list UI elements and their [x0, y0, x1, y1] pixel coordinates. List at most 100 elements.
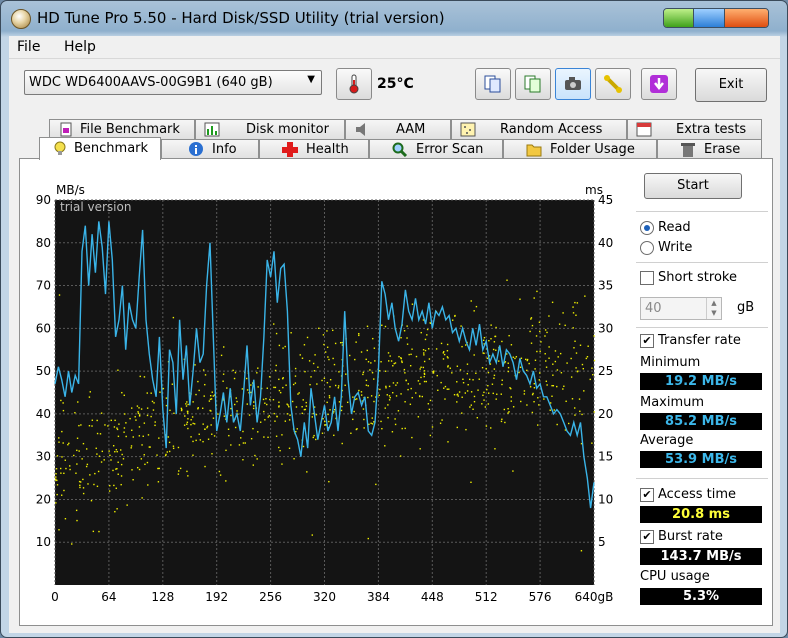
- transfer-rate-checkbox[interactable]: ✔: [640, 334, 654, 348]
- access-time-point: [61, 430, 63, 433]
- menu-help[interactable]: Help: [64, 39, 96, 55]
- access-time-point: [423, 380, 426, 383]
- access-time-point: [324, 420, 326, 423]
- temperature-button[interactable]: [336, 68, 372, 100]
- copy-info-button[interactable]: [475, 68, 511, 100]
- access-time-point: [507, 366, 510, 369]
- access-time-point: [259, 421, 262, 423]
- read-radio[interactable]: [640, 221, 654, 235]
- access-time-point: [208, 400, 211, 402]
- tab-extra-tests[interactable]: Extra tests: [627, 119, 762, 139]
- access-time-point: [210, 424, 212, 426]
- file-benchmark-icon: [60, 122, 72, 137]
- access-time-point: [429, 434, 432, 437]
- tab-folder-usage[interactable]: Folder Usage: [503, 139, 657, 159]
- access-time-point: [369, 369, 371, 371]
- menu-file[interactable]: File: [17, 39, 40, 55]
- screenshot-button[interactable]: [555, 68, 591, 100]
- access-time-point: [263, 410, 265, 413]
- save-button[interactable]: [641, 68, 677, 100]
- access-time-point: [242, 459, 244, 461]
- access-time-point: [86, 448, 88, 450]
- access-time-point: [74, 412, 76, 414]
- access-time-point: [392, 391, 394, 394]
- access-time-point: [398, 355, 400, 358]
- access-time-point: [533, 297, 535, 299]
- access-time-checkbox[interactable]: ✔: [640, 488, 654, 502]
- tab-label: Disk monitor: [246, 122, 329, 137]
- access-time-point: [477, 389, 479, 391]
- access-time-point: [426, 334, 428, 336]
- access-time-point: [303, 344, 306, 346]
- options-button[interactable]: [595, 68, 631, 100]
- stepper-arrows-icon[interactable]: ▲ ▼: [706, 298, 721, 319]
- access-time-point: [279, 449, 281, 452]
- short-stroke-stepper[interactable]: 40 ▲ ▼: [640, 297, 722, 320]
- access-time-point: [492, 348, 495, 351]
- tab-health[interactable]: Health: [259, 139, 369, 159]
- info-icon: [189, 142, 203, 156]
- access-time-point: [340, 409, 343, 412]
- access-time-point: [282, 347, 284, 349]
- access-time-point: [526, 369, 528, 372]
- access-time-point: [352, 396, 354, 398]
- access-time-point: [323, 343, 325, 346]
- access-time-point: [114, 419, 116, 422]
- disk-select[interactable]: WDC WD6400AAVS-00G9B1 (640 gB) ▼: [24, 70, 322, 95]
- write-radio[interactable]: [640, 241, 654, 255]
- tab-random-access[interactable]: Random Access: [451, 119, 627, 139]
- x-tick-label: 640gB: [575, 590, 614, 604]
- x-tick-label: 0: [51, 590, 59, 604]
- access-time-point: [122, 458, 125, 460]
- access-time-point: [100, 412, 103, 414]
- access-time-point: [444, 385, 447, 388]
- access-time-point: [573, 347, 575, 349]
- access-time-point: [549, 409, 551, 411]
- access-time-point: [282, 386, 284, 389]
- access-time-point: [393, 362, 395, 365]
- copy-results-button[interactable]: [515, 68, 551, 100]
- start-button[interactable]: Start: [644, 173, 742, 199]
- access-time-point: [171, 383, 174, 385]
- tab-disk-monitor[interactable]: Disk monitor: [195, 119, 345, 139]
- title-bar[interactable]: HD Tune Pro 5.50 - Hard Disk/SSD Utility…: [1, 1, 787, 35]
- close-button[interactable]: [723, 9, 768, 27]
- access-time-point: [132, 479, 134, 481]
- access-time-point: [454, 314, 456, 317]
- access-time-point: [79, 481, 82, 483]
- access-time-point: [537, 397, 539, 399]
- access-time-point: [61, 456, 63, 458]
- access-time-point: [456, 381, 458, 383]
- access-time-point: [427, 348, 430, 350]
- access-time-point: [56, 455, 59, 457]
- access-time-point: [565, 400, 567, 403]
- access-time-point: [130, 447, 132, 449]
- minimize-button[interactable]: [664, 9, 694, 27]
- exit-button[interactable]: Exit: [695, 68, 767, 102]
- maximize-button[interactable]: [693, 9, 724, 27]
- access-time-point: [518, 371, 520, 374]
- access-time-point: [177, 446, 180, 449]
- tab-file-benchmark[interactable]: File Benchmark: [49, 119, 195, 139]
- access-time-point: [204, 428, 206, 430]
- tab-aam[interactable]: AAM: [345, 119, 451, 139]
- burst-rate-checkbox[interactable]: ✔: [640, 530, 654, 544]
- access-time-point: [65, 467, 67, 470]
- short-stroke-checkbox[interactable]: [640, 271, 654, 285]
- access-time-point: [375, 483, 377, 486]
- access-time-point: [428, 358, 431, 360]
- access-time-point: [482, 352, 484, 354]
- tab-error-scan[interactable]: Error Scan: [369, 139, 503, 159]
- access-time-point: [533, 401, 535, 403]
- access-time-point: [465, 344, 467, 346]
- access-time-point: [168, 450, 171, 453]
- access-time-point: [551, 384, 553, 387]
- menu-bar: File Help: [9, 36, 780, 58]
- tab-benchmark[interactable]: Benchmark: [39, 137, 161, 160]
- access-time-point: [55, 468, 58, 470]
- access-time-point: [551, 301, 554, 304]
- access-time-point: [158, 437, 160, 439]
- access-time-point: [373, 421, 375, 423]
- tab-info[interactable]: Info: [161, 139, 259, 159]
- tab-erase[interactable]: Erase: [657, 139, 762, 159]
